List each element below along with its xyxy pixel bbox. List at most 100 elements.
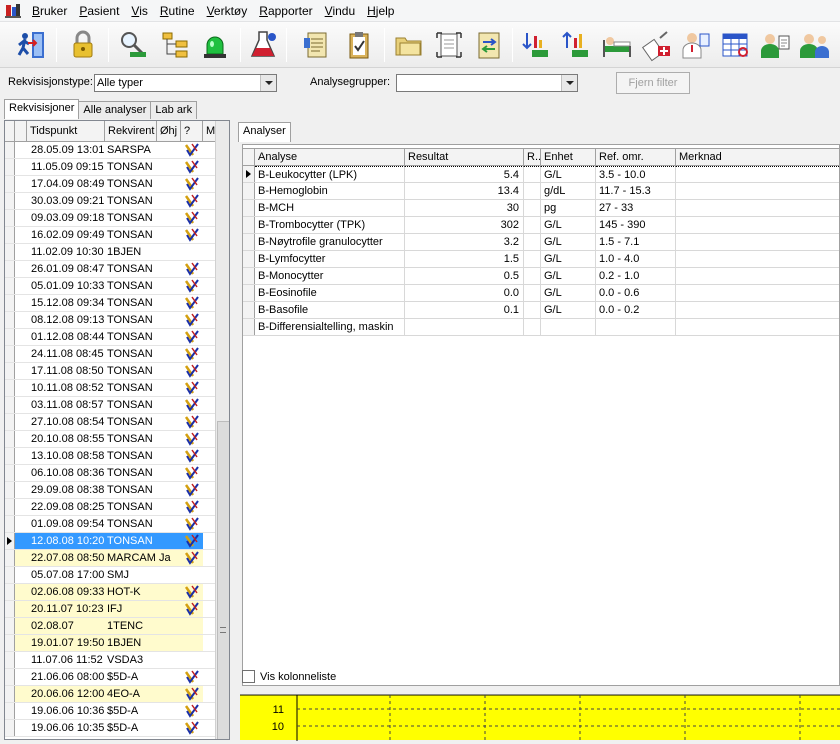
tab-lab-ark[interactable]: Lab ark — [150, 101, 198, 119]
clipboard-icon[interactable] — [342, 28, 376, 62]
row-selector[interactable] — [5, 193, 15, 209]
row-selector[interactable] — [243, 268, 255, 284]
menu-rutine[interactable]: Rutine — [154, 0, 201, 22]
col-m[interactable]: M — [203, 121, 215, 142]
row-selector[interactable] — [5, 550, 15, 566]
scan-icon[interactable] — [432, 28, 466, 62]
analysis-groups-select[interactable] — [396, 74, 578, 92]
syringe-icon[interactable] — [640, 28, 674, 62]
col-question[interactable]: ? — [181, 121, 203, 142]
sort-up-icon[interactable] — [558, 28, 592, 62]
row-selector[interactable] — [5, 482, 15, 498]
analysis-row[interactable]: B-Nøytrofile granulocytter 3.2 G/L 1.5 - 7.… — [243, 234, 839, 251]
col-ohj[interactable]: Øhj — [157, 121, 181, 142]
requisition-row[interactable]: 05.07.08 17:00 SMJ — [5, 567, 215, 584]
analysis-row[interactable]: B-Differensialtelling, maskin — [243, 319, 839, 336]
menu-vindu[interactable]: Vindu — [319, 0, 361, 22]
clear-filter-button[interactable]: Fjern filter — [616, 72, 690, 94]
row-selector[interactable] — [5, 210, 15, 226]
row-selector[interactable] — [5, 176, 15, 192]
requisition-type-select[interactable]: Alle typer — [94, 74, 277, 92]
row-selector[interactable] — [5, 618, 15, 634]
row-selector[interactable] — [243, 234, 255, 250]
requisition-row[interactable]: 19.06.06 10:36 $5D-A — [5, 703, 215, 720]
row-selector[interactable] — [243, 217, 255, 233]
analysis-row[interactable]: B-MCH 30 pg 27 - 33 — [243, 200, 839, 217]
row-selector[interactable] — [5, 397, 15, 413]
bed-icon[interactable] — [600, 28, 634, 62]
row-selector[interactable] — [5, 278, 15, 294]
requisition-row[interactable]: 22.09.08 08:25 TONSAN — [5, 499, 215, 516]
sort-down-icon[interactable] — [518, 28, 552, 62]
requisition-row[interactable]: 03.11.08 08:57 TONSAN — [5, 397, 215, 414]
requisition-row[interactable]: 01.12.08 08:44 TONSAN — [5, 329, 215, 346]
table-icon[interactable] — [718, 28, 752, 62]
requisition-row[interactable]: 21.06.06 08:00 $5D-A — [5, 669, 215, 686]
row-selector[interactable] — [243, 166, 255, 182]
show-columns-option[interactable]: Vis kolonneliste — [242, 670, 336, 683]
row-selector[interactable] — [5, 244, 15, 260]
nurse-icon[interactable] — [758, 28, 792, 62]
menu-verktoy[interactable]: Verktøy — [201, 0, 254, 22]
analysis-row[interactable]: B-Monocytter 0.5 G/L 0.2 - 1.0 — [243, 268, 839, 285]
row-selector[interactable] — [243, 302, 255, 318]
flask-icon[interactable] — [246, 28, 280, 62]
row-selector[interactable] — [5, 567, 15, 583]
row-selector[interactable] — [5, 142, 15, 158]
requisition-row[interactable]: 29.09.08 08:38 TONSAN — [5, 482, 215, 499]
menu-vis[interactable]: Vis — [125, 0, 153, 22]
requisition-row[interactable]: 11.07.06 11:52 VSDA3 — [5, 652, 215, 669]
document-list-icon[interactable] — [300, 28, 334, 62]
row-selector[interactable] — [5, 720, 15, 736]
menu-bruker[interactable]: Bruker — [26, 0, 73, 22]
requisition-row[interactable]: 13.10.08 08:58 TONSAN — [5, 448, 215, 465]
row-selector[interactable] — [5, 346, 15, 362]
analysis-row[interactable]: B-Eosinofile 0.0 G/L 0.0 - 0.6 — [243, 285, 839, 302]
row-selector[interactable] — [5, 312, 15, 328]
row-selector[interactable] — [243, 319, 255, 335]
tab-alle-analyser[interactable]: Alle analyser — [78, 101, 152, 119]
vertical-scrollbar[interactable] — [215, 121, 229, 739]
menu-pasient[interactable]: Pasient — [73, 0, 125, 22]
row-selector[interactable] — [5, 584, 15, 600]
col-analyse[interactable]: Analyse — [255, 149, 405, 166]
requisition-row[interactable]: 15.12.08 09:34 TONSAN — [5, 295, 215, 312]
row-selector[interactable] — [5, 499, 15, 515]
row-selector[interactable] — [5, 686, 15, 702]
analysis-row[interactable]: B-Lymfocytter 1.5 G/L 1.0 - 4.0 — [243, 251, 839, 268]
requisition-row[interactable]: 27.10.08 08:54 TONSAN — [5, 414, 215, 431]
requisition-row[interactable]: 22.07.08 08:50 MARCAM Ja — [5, 550, 215, 567]
analysis-row[interactable]: B-Leukocytter (LPK) 5.4 G/L 3.5 - 10.0 — [243, 166, 839, 183]
menu-hjelp[interactable]: Hjelp — [361, 0, 400, 22]
col-ref-omr[interactable]: Ref. omr. — [596, 149, 676, 166]
requisition-row[interactable]: 02.06.08 09:33 HOT-K — [5, 584, 215, 601]
requisition-row[interactable]: 11.05.09 09:15 TONSAN — [5, 159, 215, 176]
requisition-row[interactable]: 11.02.09 10:30 1BJEN — [5, 244, 215, 261]
row-selector[interactable] — [5, 669, 15, 685]
requisition-row[interactable]: 20.06.06 12:00 4EO-A — [5, 686, 215, 703]
row-selector[interactable] — [5, 533, 15, 549]
requisition-row[interactable]: 19.01.07 19:50 1BJEN — [5, 635, 215, 652]
exit-icon[interactable] — [14, 28, 48, 62]
folder-icon[interactable] — [392, 28, 426, 62]
requisition-row[interactable]: 26.01.09 08:47 TONSAN — [5, 261, 215, 278]
row-selector[interactable] — [5, 295, 15, 311]
row-selector[interactable] — [5, 159, 15, 175]
menu-rapporter[interactable]: Rapporter — [253, 0, 318, 22]
row-selector[interactable] — [5, 227, 15, 243]
requisition-row[interactable]: 30.03.09 09:21 TONSAN — [5, 193, 215, 210]
tab-rekvisisjoner[interactable]: Rekvisisjoner — [4, 99, 80, 119]
requisition-row[interactable]: 05.01.09 10:33 TONSAN — [5, 278, 215, 295]
row-selector[interactable] — [5, 261, 15, 277]
requisition-row[interactable]: 08.12.08 09:13 TONSAN — [5, 312, 215, 329]
scrollbar-thumb[interactable] — [217, 421, 229, 739]
row-selector[interactable] — [5, 465, 15, 481]
row-selector[interactable] — [5, 431, 15, 447]
row-selector[interactable] — [5, 703, 15, 719]
transfer-icon[interactable] — [472, 28, 506, 62]
show-columns-checkbox[interactable] — [242, 670, 255, 683]
col-merknad[interactable]: Merknad — [676, 149, 839, 166]
tree-icon[interactable] — [158, 28, 192, 62]
row-selector[interactable] — [5, 635, 15, 651]
requisition-row[interactable]: 16.02.09 09:49 TONSAN — [5, 227, 215, 244]
